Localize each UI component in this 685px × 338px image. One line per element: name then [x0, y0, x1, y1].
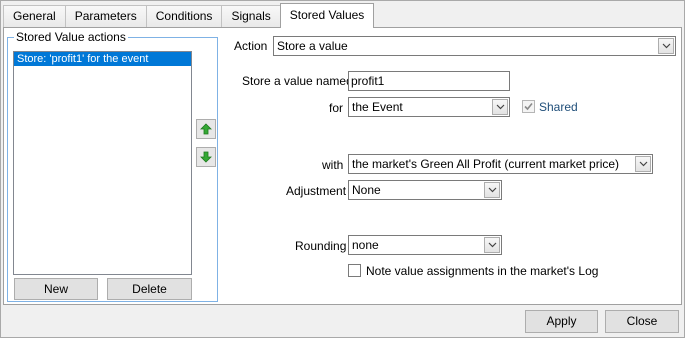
- move-up-button[interactable]: [196, 119, 216, 139]
- list-item[interactable]: Store: 'profit1' for the event: [14, 52, 191, 66]
- close-button[interactable]: Close: [605, 310, 679, 333]
- tab-general[interactable]: General: [3, 5, 65, 27]
- delete-button[interactable]: Delete: [107, 278, 192, 300]
- chevron-down-icon: [492, 99, 508, 115]
- adjustment-value: None: [352, 183, 381, 197]
- shared-checkbox[interactable]: [522, 100, 535, 113]
- action-select[interactable]: Store a value: [273, 36, 676, 56]
- stored-value-actions-group: Stored Value actions Store: 'profit1' fo…: [7, 30, 218, 302]
- action-label: Action: [234, 39, 268, 53]
- chevron-down-icon: [658, 38, 674, 54]
- rounding-select[interactable]: none: [348, 235, 502, 255]
- apply-button[interactable]: Apply: [525, 310, 598, 333]
- with-value: the market's Green All Profit (current m…: [352, 157, 620, 171]
- shared-label: Shared: [539, 100, 578, 114]
- arrow-up-icon: [200, 123, 212, 135]
- tab-signals[interactable]: Signals: [221, 5, 280, 27]
- move-down-button[interactable]: [196, 147, 216, 167]
- stored-values-panel: Stored Value actions Store: 'profit1' fo…: [3, 27, 682, 305]
- action-value: Store a value: [277, 39, 348, 53]
- rounding-label: Rounding: [295, 239, 347, 253]
- value-name-field[interactable]: profit1: [348, 71, 510, 91]
- tab-parameters[interactable]: Parameters: [64, 5, 146, 27]
- new-button[interactable]: New: [14, 278, 98, 300]
- name-label: Store a value named: [242, 74, 353, 88]
- adjustment-label: Adjustment: [286, 184, 347, 198]
- tab-stored-values[interactable]: Stored Values: [279, 3, 375, 28]
- arrow-down-icon: [200, 151, 212, 163]
- with-select[interactable]: the market's Green All Profit (current m…: [348, 154, 653, 174]
- for-value: the Event: [352, 100, 403, 114]
- log-label: Note value assignments in the market's L…: [366, 264, 599, 278]
- rounding-value: none: [352, 238, 379, 252]
- for-select[interactable]: the Event: [348, 97, 510, 117]
- tab-conditions[interactable]: Conditions: [145, 5, 222, 27]
- tab-bar: General Parameters Conditions Signals St…: [3, 3, 375, 28]
- checkmark-icon: [524, 102, 533, 111]
- for-label: for: [329, 101, 344, 115]
- with-label: with: [322, 158, 344, 172]
- log-checkbox[interactable]: [348, 264, 361, 277]
- adjustment-select[interactable]: None: [348, 180, 502, 200]
- stored-value-list[interactable]: Store: 'profit1' for the event: [13, 51, 192, 275]
- chevron-down-icon: [484, 182, 500, 198]
- chevron-down-icon: [635, 156, 651, 172]
- chevron-down-icon: [484, 237, 500, 253]
- group-title: Stored Value actions: [14, 30, 128, 44]
- dialog-window: General Parameters Conditions Signals St…: [0, 0, 685, 338]
